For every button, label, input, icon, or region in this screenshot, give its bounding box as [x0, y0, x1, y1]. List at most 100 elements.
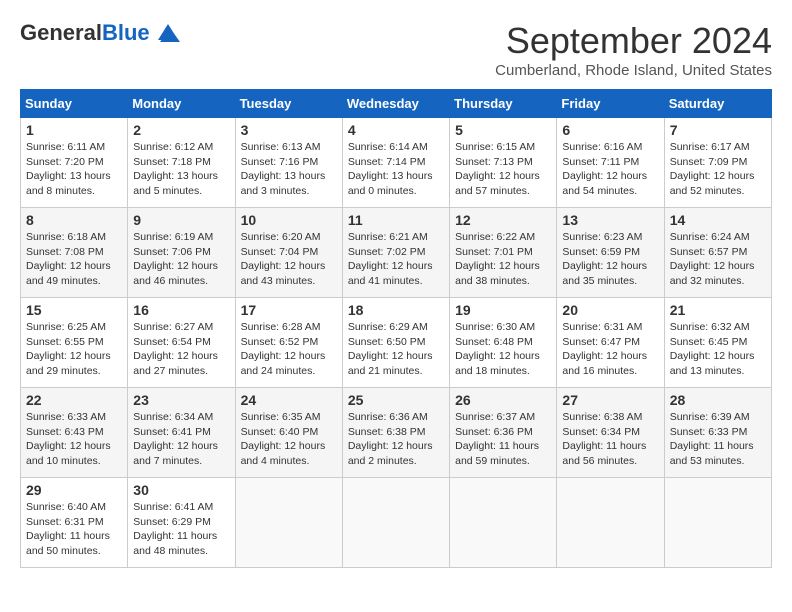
day-number: 12 [455, 212, 551, 228]
sunset-text: Sunset: 6:57 PM [670, 246, 748, 258]
sunset-text: Sunset: 6:40 PM [241, 426, 319, 438]
table-row: 22 Sunrise: 6:33 AM Sunset: 6:43 PM Dayl… [21, 388, 128, 478]
day-number: 18 [348, 302, 444, 318]
sunrise-text: Sunrise: 6:16 AM [562, 141, 642, 153]
sunset-text: Sunset: 6:52 PM [241, 336, 319, 348]
logo-general: GeneralBlue [20, 20, 150, 46]
sunset-text: Sunset: 6:33 PM [670, 426, 748, 438]
sunrise-text: Sunrise: 6:27 AM [133, 321, 213, 333]
daylight-text: Daylight: 13 hours and 0 minutes. [348, 170, 433, 197]
sunrise-text: Sunrise: 6:11 AM [26, 141, 105, 153]
day-number: 16 [133, 302, 229, 318]
table-row [342, 478, 449, 568]
table-row: 6 Sunrise: 6:16 AM Sunset: 7:11 PM Dayli… [557, 118, 664, 208]
day-number: 14 [670, 212, 766, 228]
sunrise-text: Sunrise: 6:17 AM [670, 141, 750, 153]
table-row: 20 Sunrise: 6:31 AM Sunset: 6:47 PM Dayl… [557, 298, 664, 388]
sunrise-text: Sunrise: 6:25 AM [26, 321, 106, 333]
logo-icon [154, 22, 182, 44]
sunrise-text: Sunrise: 6:34 AM [133, 411, 213, 423]
sunrise-text: Sunrise: 6:30 AM [455, 321, 535, 333]
sunset-text: Sunset: 7:08 PM [26, 246, 104, 258]
table-row: 15 Sunrise: 6:25 AM Sunset: 6:55 PM Dayl… [21, 298, 128, 388]
day-number: 17 [241, 302, 337, 318]
table-row [450, 478, 557, 568]
sunset-text: Sunset: 7:14 PM [348, 156, 426, 168]
sunrise-text: Sunrise: 6:36 AM [348, 411, 428, 423]
day-number: 3 [241, 122, 337, 138]
sunset-text: Sunset: 6:50 PM [348, 336, 426, 348]
calendar-week-row: 29 Sunrise: 6:40 AM Sunset: 6:31 PM Dayl… [21, 478, 772, 568]
logo: GeneralBlue [20, 20, 182, 46]
sunrise-text: Sunrise: 6:28 AM [241, 321, 321, 333]
day-number: 22 [26, 392, 122, 408]
day-number: 15 [26, 302, 122, 318]
calendar-table: Sunday Monday Tuesday Wednesday Thursday… [20, 89, 772, 568]
sunrise-text: Sunrise: 6:15 AM [455, 141, 535, 153]
daylight-text: Daylight: 11 hours and 59 minutes. [455, 440, 539, 467]
day-number: 10 [241, 212, 337, 228]
header-friday: Friday [557, 90, 664, 118]
sunset-text: Sunset: 7:16 PM [241, 156, 319, 168]
sunrise-text: Sunrise: 6:39 AM [670, 411, 750, 423]
sunset-text: Sunset: 6:55 PM [26, 336, 104, 348]
daylight-text: Daylight: 11 hours and 56 minutes. [562, 440, 646, 467]
daylight-text: Daylight: 12 hours and 49 minutes. [26, 260, 111, 287]
table-row: 11 Sunrise: 6:21 AM Sunset: 7:02 PM Dayl… [342, 208, 449, 298]
table-row: 7 Sunrise: 6:17 AM Sunset: 7:09 PM Dayli… [664, 118, 771, 208]
table-row: 27 Sunrise: 6:38 AM Sunset: 6:34 PM Dayl… [557, 388, 664, 478]
daylight-text: Daylight: 13 hours and 3 minutes. [241, 170, 326, 197]
day-number: 11 [348, 212, 444, 228]
daylight-text: Daylight: 12 hours and 10 minutes. [26, 440, 111, 467]
table-row: 16 Sunrise: 6:27 AM Sunset: 6:54 PM Dayl… [128, 298, 235, 388]
table-row: 5 Sunrise: 6:15 AM Sunset: 7:13 PM Dayli… [450, 118, 557, 208]
sunset-text: Sunset: 7:20 PM [26, 156, 104, 168]
sunset-text: Sunset: 6:54 PM [133, 336, 211, 348]
daylight-text: Daylight: 11 hours and 48 minutes. [133, 530, 217, 557]
day-number: 2 [133, 122, 229, 138]
daylight-text: Daylight: 12 hours and 35 minutes. [562, 260, 647, 287]
daylight-text: Daylight: 12 hours and 29 minutes. [26, 350, 111, 377]
daylight-text: Daylight: 12 hours and 18 minutes. [455, 350, 540, 377]
sunrise-text: Sunrise: 6:18 AM [26, 231, 106, 243]
sunrise-text: Sunrise: 6:37 AM [455, 411, 535, 423]
table-row [557, 478, 664, 568]
sunset-text: Sunset: 6:29 PM [133, 516, 211, 528]
daylight-text: Daylight: 13 hours and 8 minutes. [26, 170, 111, 197]
daylight-text: Daylight: 12 hours and 27 minutes. [133, 350, 218, 377]
header-monday: Monday [128, 90, 235, 118]
sunset-text: Sunset: 7:11 PM [562, 156, 639, 168]
sunrise-text: Sunrise: 6:41 AM [133, 501, 213, 513]
day-number: 30 [133, 482, 229, 498]
title-block: September 2024 Cumberland, Rhode Island,… [495, 20, 772, 79]
table-row: 18 Sunrise: 6:29 AM Sunset: 6:50 PM Dayl… [342, 298, 449, 388]
table-row: 3 Sunrise: 6:13 AM Sunset: 7:16 PM Dayli… [235, 118, 342, 208]
sunset-text: Sunset: 6:43 PM [26, 426, 104, 438]
table-row: 14 Sunrise: 6:24 AM Sunset: 6:57 PM Dayl… [664, 208, 771, 298]
logo-blue: Blue [102, 20, 150, 45]
day-number: 28 [670, 392, 766, 408]
sunset-text: Sunset: 6:34 PM [562, 426, 640, 438]
sunset-text: Sunset: 6:45 PM [670, 336, 748, 348]
month-title: September 2024 [495, 20, 772, 62]
sunrise-text: Sunrise: 6:29 AM [348, 321, 428, 333]
sunset-text: Sunset: 7:02 PM [348, 246, 426, 258]
sunrise-text: Sunrise: 6:24 AM [670, 231, 750, 243]
day-number: 24 [241, 392, 337, 408]
day-number: 29 [26, 482, 122, 498]
day-number: 27 [562, 392, 658, 408]
sunrise-text: Sunrise: 6:38 AM [562, 411, 642, 423]
table-row [664, 478, 771, 568]
table-row: 21 Sunrise: 6:32 AM Sunset: 6:45 PM Dayl… [664, 298, 771, 388]
page-header: GeneralBlue September 2024 Cumberland, R… [20, 20, 772, 79]
daylight-text: Daylight: 12 hours and 57 minutes. [455, 170, 540, 197]
table-row: 9 Sunrise: 6:19 AM Sunset: 7:06 PM Dayli… [128, 208, 235, 298]
sunrise-text: Sunrise: 6:12 AM [133, 141, 213, 153]
calendar-header-row: Sunday Monday Tuesday Wednesday Thursday… [21, 90, 772, 118]
day-number: 26 [455, 392, 551, 408]
day-number: 7 [670, 122, 766, 138]
sunrise-text: Sunrise: 6:35 AM [241, 411, 321, 423]
table-row: 10 Sunrise: 6:20 AM Sunset: 7:04 PM Dayl… [235, 208, 342, 298]
sunset-text: Sunset: 7:01 PM [455, 246, 533, 258]
header-tuesday: Tuesday [235, 90, 342, 118]
